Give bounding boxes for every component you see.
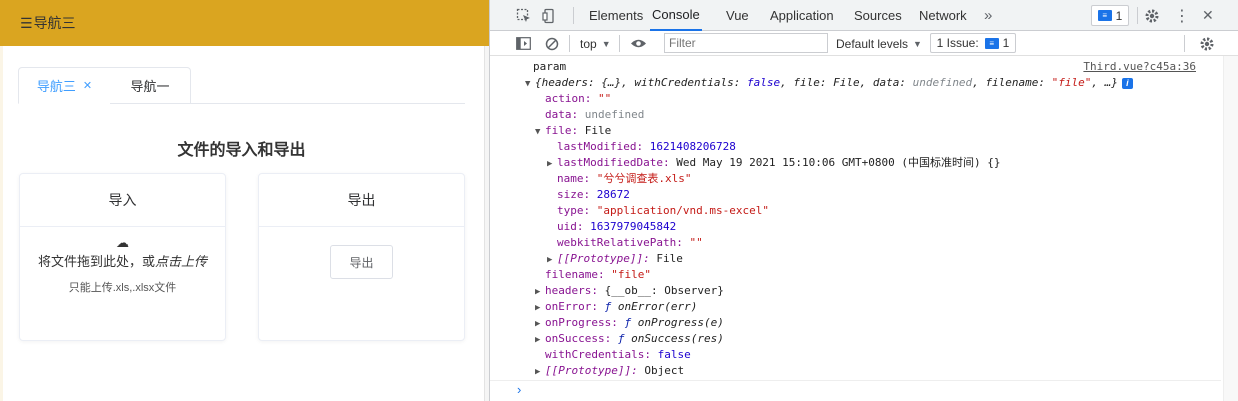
toolbar-separator xyxy=(573,7,574,24)
export-button[interactable]: 导出 xyxy=(330,245,393,279)
expanded-arrow-icon[interactable]: ▼ xyxy=(525,76,535,92)
tab-nav-one-label: 导航一 xyxy=(130,79,170,94)
left-edge xyxy=(0,46,3,401)
toolbar-separator xyxy=(1184,35,1185,52)
object-summary[interactable]: ▼ {headers: {…}, withCredentials: false, … xyxy=(525,75,1133,92)
tab-network[interactable]: Network xyxy=(919,0,967,31)
log-label: param xyxy=(533,60,567,73)
issues-icon: ≡ xyxy=(1097,10,1112,21)
collapsed-arrow-icon[interactable]: ▶ xyxy=(547,156,557,172)
toolbar-separator xyxy=(619,35,620,52)
context-selector-value: top xyxy=(580,36,597,51)
source-link[interactable]: Third.vue?c45a:36 xyxy=(1083,59,1196,75)
prop-size: size: 28672 xyxy=(557,188,630,201)
import-card: 导入 ☁ 将文件拖到此处，或点击上传 只能上传.xls,.xlsx文件 xyxy=(19,173,226,341)
collapsed-arrow-icon[interactable]: ▶ xyxy=(535,284,545,300)
console-output: param Third.vue?c45a:36 ▼ {headers: {…}, … xyxy=(508,56,1238,380)
close-devtools-icon[interactable]: ✕ xyxy=(1202,0,1214,31)
import-card-title: 导入 xyxy=(20,174,225,227)
collapsed-arrow-icon[interactable]: ▶ xyxy=(535,332,545,348)
log-levels-value: Default levels xyxy=(836,36,909,51)
upload-drag-text: 将文件拖到此处，或点击上传 xyxy=(37,254,208,269)
expanded-arrow-icon[interactable]: ▼ xyxy=(535,124,545,140)
prop-lastModifiedDate[interactable]: ▶ lastModifiedDate: Wed May 19 2021 15:10… xyxy=(547,155,1001,172)
prop-onSuccess[interactable]: ▶ onSuccess: ƒ onSuccess(res) xyxy=(535,331,724,348)
tab-vue[interactable]: Vue xyxy=(726,0,749,31)
tab-nav-one[interactable]: 导航一 xyxy=(110,67,191,104)
devtools-panel: Elements Console Vue Application Sources… xyxy=(489,0,1238,401)
console-toolbar: top ▼ Default levels ▼ 1 Issue: ≡ 1 xyxy=(490,31,1238,56)
click-upload-link[interactable]: 点击上传 xyxy=(155,254,207,269)
log-levels-dropdown[interactable]: Default levels ▼ xyxy=(836,31,922,56)
upload-tip: 只能上传.xls,.xlsx文件 xyxy=(68,282,177,294)
prop-filename: filename: "file" xyxy=(545,268,651,281)
filter-input[interactable] xyxy=(664,33,828,53)
info-icon[interactable]: i xyxy=(1121,78,1133,89)
console-settings-gear-icon[interactable] xyxy=(1199,31,1215,56)
prop-file[interactable]: ▼ file: File xyxy=(535,123,611,140)
console-prompt[interactable]: › xyxy=(490,380,1221,401)
export-card-title: 导出 xyxy=(259,174,464,227)
prop-object-prototype[interactable]: ▶ [[Prototype]]: Object xyxy=(535,363,684,380)
issues-pill-count: 1 xyxy=(1002,36,1010,50)
collapsed-arrow-icon[interactable]: ▶ xyxy=(535,316,545,332)
inspect-element-icon[interactable] xyxy=(516,0,532,31)
issues-icon: ≡ xyxy=(984,37,999,49)
devtools-tabbar: Elements Console Vue Application Sources… xyxy=(490,0,1238,31)
prop-name: name: "兮兮调查表.xls" xyxy=(557,172,692,185)
tab-nav-three-label: 导航三 xyxy=(36,79,76,94)
more-tabs-icon[interactable]: » xyxy=(984,0,992,31)
prop-headers[interactable]: ▶ headers: {__ob__: Observer} xyxy=(535,283,724,300)
app-header: ☰ 导航三 xyxy=(0,0,489,46)
prop-onError[interactable]: ▶ onError: ƒ onError(err) xyxy=(535,299,697,316)
collapsed-arrow-icon[interactable]: ▶ xyxy=(547,252,557,268)
prop-type: type: "application/vnd.ms-excel" xyxy=(557,204,769,217)
toolbar-separator xyxy=(569,35,570,52)
prop-webkitRelativePath: webkitRelativePath: "" xyxy=(557,236,703,249)
dropdown-arrow-icon: ▼ xyxy=(913,38,922,49)
clear-console-icon[interactable] xyxy=(545,31,559,56)
prompt-chevron-icon: › xyxy=(517,382,522,397)
issues-badge[interactable]: ≡ 1 xyxy=(1091,5,1129,26)
tab-nav-three[interactable]: 导航三 ✕ xyxy=(18,67,111,104)
tab-sources[interactable]: Sources xyxy=(854,0,902,31)
live-expression-eye-icon[interactable] xyxy=(630,31,647,56)
prop-onProgress[interactable]: ▶ onProgress: ƒ onProgress(e) xyxy=(535,315,724,332)
prop-data: data: undefined xyxy=(545,108,645,121)
issues-badge-count: 1 xyxy=(1115,8,1123,23)
upload-cloud-icon: ☁ xyxy=(116,235,129,250)
collapsed-arrow-icon[interactable]: ▶ xyxy=(535,364,545,380)
console-gutter xyxy=(490,56,508,401)
close-icon[interactable]: ✕ xyxy=(83,79,92,92)
dropdown-arrow-icon: ▼ xyxy=(601,38,611,49)
toolbar-separator xyxy=(1137,7,1138,24)
export-card: 导出 导出 xyxy=(258,173,465,341)
menu-icon[interactable]: ☰ xyxy=(20,15,33,32)
app-pane: ☰ 导航三 导航三 ✕ 导航一 文件的导入和导出 导入 ☁ 将文件拖到此处，或点… xyxy=(0,0,489,401)
prop-withCredentials: withCredentials: false xyxy=(545,348,691,361)
prop-action: action: "" xyxy=(545,92,612,105)
kebab-menu-icon[interactable]: ⋮ xyxy=(1174,0,1190,31)
prop-file-prototype[interactable]: ▶ [[Prototype]]: File xyxy=(547,251,683,268)
prop-lastModified: lastModified: 1621408206728 xyxy=(557,140,736,153)
prop-uid: uid: 1637979045842 xyxy=(557,220,677,233)
upload-dropzone[interactable]: ☁ 将文件拖到此处，或点击上传 只能上传.xls,.xlsx文件 xyxy=(20,236,225,295)
device-toolbar-icon[interactable] xyxy=(542,0,558,31)
tab-console[interactable]: Console xyxy=(650,0,702,31)
tab-bar: 导航三 ✕ 导航一 xyxy=(18,67,465,104)
console-scrollbar[interactable] xyxy=(1223,56,1238,401)
app-header-title: 导航三 xyxy=(33,15,76,31)
tab-application[interactable]: Application xyxy=(770,0,834,31)
page-title: 文件的导入和导出 xyxy=(177,142,306,159)
context-selector[interactable]: top ▼ xyxy=(580,31,611,56)
gear-icon[interactable] xyxy=(1144,0,1160,31)
sidebar-toggle-icon[interactable] xyxy=(516,31,531,56)
collapsed-arrow-icon[interactable]: ▶ xyxy=(535,300,545,316)
issues-pill[interactable]: 1 Issue: ≡ 1 xyxy=(930,33,1016,53)
tab-elements[interactable]: Elements xyxy=(589,0,643,31)
issues-pill-label: 1 Issue: xyxy=(936,36,979,50)
